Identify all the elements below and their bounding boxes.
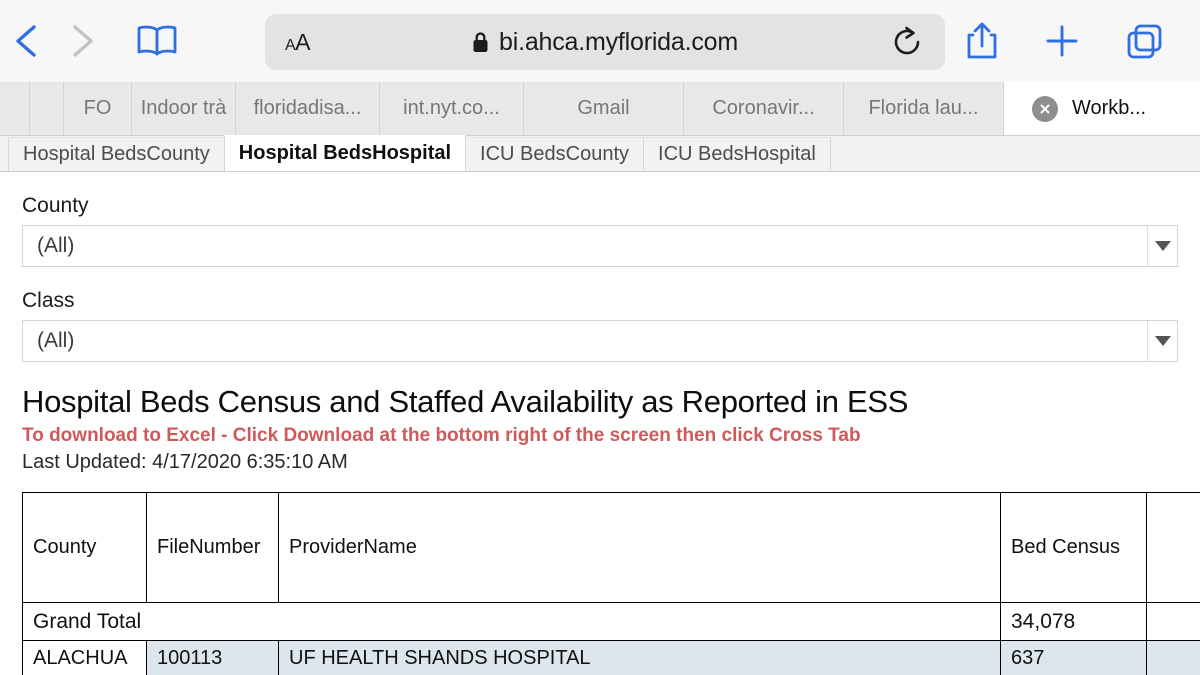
address-bar[interactable]: A A bi.ahca.myflorida.com (265, 14, 945, 70)
county-filter-label: County (22, 194, 89, 217)
browser-tab-label: Coronavir... (712, 97, 815, 119)
grand-total-label: Grand Total (22, 602, 1001, 641)
data-table-container: County FileNumber ProviderName Bed Censu… (22, 492, 1200, 675)
chevron-down-icon (1154, 241, 1171, 251)
column-header-county[interactable]: County (22, 492, 147, 603)
dashboard-tab-label: Hospital BedsCounty (23, 143, 210, 165)
reload-button[interactable] (887, 22, 927, 62)
browser-tab[interactable]: floridadisa... (236, 82, 380, 135)
new-tab-button[interactable] (1035, 14, 1089, 68)
browser-tab[interactable]: Florida lau... (844, 82, 1004, 135)
cell-bed-census: 637 (1000, 640, 1147, 675)
browser-tab[interactable]: Coronavir... (684, 82, 844, 135)
report-header: Hospital Beds Census and Staffed Availab… (0, 384, 1200, 474)
chevron-right-icon (73, 25, 93, 57)
county-filter-dropdown[interactable]: (All) (22, 225, 1178, 267)
dashboard-tab-label: ICU BedsCounty (480, 143, 630, 165)
browser-toolbar: A A bi.ahca.myflorida.com (0, 0, 1200, 82)
browser-tab-label: floridadisa... (253, 97, 362, 119)
browser-tab-label: Florida lau... (868, 97, 979, 119)
cell-overflow (1146, 640, 1200, 675)
chevron-left-icon (16, 25, 36, 57)
table-row[interactable]: ALACHUA 100113 UF HEALTH SHANDS HOSPITAL… (22, 640, 1200, 675)
column-header-overflow (1146, 492, 1200, 603)
table-header-row: County FileNumber ProviderName Bed Censu… (22, 492, 1200, 603)
class-filter-label: Class (22, 289, 75, 312)
tabs-overview-icon (1127, 24, 1162, 59)
grand-total-bed-census: 34,078 (1000, 602, 1147, 641)
filter-class: Class (All) (0, 289, 1200, 362)
browser-tab[interactable] (30, 82, 64, 135)
cell-county: ALACHUA (22, 640, 147, 675)
browser-tab[interactable]: int.nyt.co... (380, 82, 524, 135)
column-header-providername[interactable]: ProviderName (278, 492, 1001, 603)
tabs-overview-button[interactable] (1118, 14, 1172, 68)
browser-tab-label: int.nyt.co... (403, 97, 500, 119)
county-filter-value: (All) (37, 234, 75, 257)
browser-tab[interactable]: FO (64, 82, 132, 135)
url-text: bi.ahca.myflorida.com (499, 27, 738, 56)
filter-county: County (All) (0, 194, 1200, 267)
browser-tab[interactable]: Indoor trà (132, 82, 236, 135)
dashboard-tab-bar: Hospital BedsCounty Hospital BedsHospital… (0, 135, 1200, 172)
browser-tab[interactable]: Gmail (524, 82, 684, 135)
browser-tab-label: Gmail (577, 97, 630, 119)
tab-icu-bedshospital[interactable]: ICU BedsHospital (643, 137, 831, 171)
lock-icon (473, 31, 488, 52)
book-icon (137, 25, 177, 56)
tab-icu-bedscounty[interactable]: ICU BedsCounty (465, 137, 645, 171)
class-filter-value: (All) (37, 329, 75, 352)
hospital-beds-table: County FileNumber ProviderName Bed Censu… (22, 492, 1200, 675)
browser-tab-strip: FO Indoor trà floridadisa... int.nyt.co... G… (0, 82, 1200, 136)
close-icon[interactable] (1032, 95, 1058, 122)
url-display: bi.ahca.myflorida.com (265, 28, 945, 57)
browser-tab-active[interactable]: Workb... (1004, 82, 1200, 135)
chevron-down-icon (1154, 336, 1171, 346)
class-filter-dropdown[interactable]: (All) (22, 320, 1178, 362)
column-header-bedcensus[interactable]: Bed Census (1000, 492, 1147, 603)
forward-button[interactable] (54, 14, 108, 68)
share-icon (967, 22, 997, 59)
dashboard-tab-label: Hospital BedsHospital (238, 142, 452, 164)
back-button[interactable] (0, 14, 54, 68)
browser-tab-label: FO (83, 97, 112, 119)
browser-tab-label: Indoor trà (140, 97, 227, 119)
download-instruction: To download to Excel - Click Download at… (22, 425, 861, 446)
grand-total-overflow (1146, 602, 1200, 641)
browser-tab[interactable] (0, 82, 30, 135)
column-header-filenumber[interactable]: FileNumber (146, 492, 279, 603)
reload-icon (894, 26, 920, 55)
browser-tab-label: Workb... (1072, 97, 1147, 119)
grand-total-row: Grand Total 34,078 (22, 602, 1200, 641)
bookmarks-button[interactable] (130, 14, 184, 68)
page-title: Hospital Beds Census and Staffed Availab… (22, 384, 909, 419)
share-button[interactable] (955, 14, 1009, 68)
cell-providername: UF HEALTH SHANDS HOSPITAL (278, 640, 1001, 675)
cell-filenumber: 100113 (146, 640, 279, 675)
plus-icon (1046, 25, 1078, 57)
last-updated-text: Last Updated: 4/17/2020 6:35:10 AM (22, 451, 348, 473)
dashboard-tab-label: ICU BedsHospital (658, 143, 816, 165)
county-dropdown-arrow[interactable] (1147, 226, 1177, 266)
report-content: County (All) Class (All) Hospital Beds C… (0, 172, 1200, 675)
tab-hospital-bedscounty[interactable]: Hospital BedsCounty (8, 137, 225, 171)
class-dropdown-arrow[interactable] (1147, 321, 1177, 361)
tab-hospital-bedshospital[interactable]: Hospital BedsHospital (223, 135, 467, 171)
